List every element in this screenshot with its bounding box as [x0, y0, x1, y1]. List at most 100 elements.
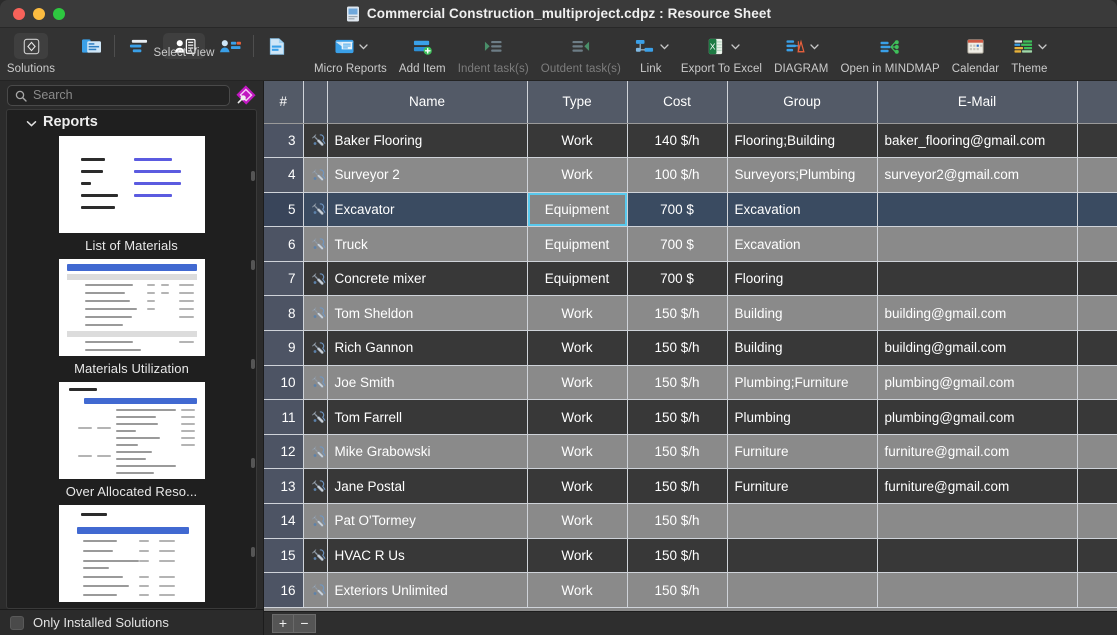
report-list-item[interactable]: List of Materials	[7, 134, 256, 257]
cost-cell[interactable]: 700 $	[627, 192, 728, 228]
name-cell[interactable]: Baker Flooring	[327, 123, 528, 159]
resource-table-scroll[interactable]: # Name Type Cost Group E-Mail 3 Baker Flo…	[264, 81, 1117, 611]
solutions-button[interactable]: Solutions	[0, 30, 62, 75]
type-cell[interactable]: Work	[527, 572, 628, 608]
group-cell[interactable]: Building	[727, 330, 878, 366]
group-cell[interactable]: Flooring;Building	[727, 123, 878, 159]
link-button[interactable]: Link	[627, 30, 675, 75]
chevron-down-icon[interactable]	[26, 117, 37, 128]
extra-cell[interactable]	[1077, 468, 1117, 505]
email-cell[interactable]: plumbing@gmail.com	[877, 365, 1078, 401]
column-header-type[interactable]: Type	[527, 81, 628, 124]
outdent-tasks-button[interactable]: Outdent task(s)	[535, 30, 627, 75]
name-cell[interactable]: Exteriors Unlimited	[327, 572, 528, 608]
email-cell[interactable]: furniture@gmail.com	[877, 434, 1078, 470]
group-cell[interactable]: Building	[727, 295, 878, 332]
close-window-button[interactable]	[13, 7, 25, 20]
email-cell[interactable]: surveyor2@gmail.com	[877, 157, 1078, 193]
group-cell[interactable]	[727, 572, 878, 608]
row-number-cell[interactable]: 8	[264, 295, 304, 332]
diagram-button[interactable]: DIAGRAM	[768, 30, 834, 75]
cost-cell[interactable]: 100 $/h	[627, 157, 728, 193]
extra-cell[interactable]	[1077, 365, 1117, 401]
cost-cell[interactable]: 150 $/h	[627, 503, 728, 539]
view-report-button[interactable]	[258, 30, 296, 63]
row-number-cell[interactable]: 4	[264, 157, 304, 193]
group-cell[interactable]: Plumbing	[727, 399, 878, 435]
calendar-button[interactable]: Calendar	[946, 30, 1005, 75]
chevron-down-icon[interactable]	[810, 42, 819, 51]
chevron-down-icon[interactable]	[730, 42, 740, 51]
group-cell[interactable]: Excavation	[727, 192, 878, 228]
column-header-cost[interactable]: Cost	[627, 81, 728, 124]
email-cell[interactable]	[877, 192, 1078, 228]
extra-cell[interactable]	[1077, 157, 1117, 193]
email-cell[interactable]: building@gmail.com	[877, 295, 1078, 332]
column-header-name[interactable]: Name	[327, 81, 528, 124]
row-number-cell[interactable]: 12	[264, 434, 304, 470]
table-row[interactable]: 16 Exteriors Unlimited Work 150 $/h	[264, 572, 1117, 608]
table-row[interactable]: 9 Rich Gannon Work 150 $/h Building building@…	[264, 330, 1117, 366]
table-row[interactable]: 15 HVAC R Us Work 150 $/h	[264, 538, 1117, 574]
column-header-extra[interactable]	[1077, 81, 1117, 124]
extra-cell[interactable]	[1077, 434, 1117, 470]
row-number-cell[interactable]: 9	[264, 330, 304, 366]
name-cell[interactable]: Truck	[327, 226, 528, 262]
cost-cell[interactable]: 150 $/h	[627, 468, 728, 505]
table-row[interactable]: 13 Jane Postal Work 150 $/h Furniture furnitu…	[264, 468, 1117, 505]
column-header-number[interactable]: #	[264, 81, 304, 124]
table-row[interactable]: 14 Pat O'Tormey Work 150 $/h	[264, 503, 1117, 539]
open-in-mindmap-button[interactable]: Open in MINDMAP	[834, 30, 945, 75]
theme-button[interactable]: Theme	[1005, 30, 1053, 75]
row-number-cell[interactable]: 13	[264, 468, 304, 505]
row-type-icon-cell[interactable]	[303, 192, 328, 228]
table-row[interactable]: 6 Truck Equipment 700 $ Excavation	[264, 226, 1117, 262]
row-type-icon-cell[interactable]	[303, 261, 328, 297]
table-row[interactable]: 8 Tom Sheldon Work 150 $/h Building building@…	[264, 295, 1117, 332]
reports-group-header[interactable]: Reports	[7, 110, 256, 134]
name-cell[interactable]: Joe Smith	[327, 365, 528, 401]
type-cell[interactable]: Work	[527, 399, 628, 435]
chevron-down-icon[interactable]	[359, 42, 369, 51]
extra-cell[interactable]	[1077, 503, 1117, 539]
name-cell[interactable]: Concrete mixer	[327, 261, 528, 297]
type-cell[interactable]: Equipment	[527, 192, 628, 228]
type-cell[interactable]: Work	[527, 123, 628, 159]
extra-cell[interactable]	[1077, 123, 1117, 159]
email-cell[interactable]: furniture@gmail.com	[877, 468, 1078, 505]
name-cell[interactable]: Tom Sheldon	[327, 295, 528, 332]
table-row[interactable]: 10 Joe Smith Work 150 $/h Plumbing;Furniture…	[264, 365, 1117, 401]
extra-cell[interactable]	[1077, 295, 1117, 332]
type-cell[interactable]: Work	[527, 330, 628, 366]
type-cell[interactable]: Work	[527, 468, 628, 505]
email-cell[interactable]	[877, 503, 1078, 539]
table-row[interactable]: 4 Surveyor 2 Work 100 $/h Surveyors;Plumbing…	[264, 157, 1117, 193]
name-cell[interactable]: Mike Grabowski	[327, 434, 528, 470]
chevron-down-icon[interactable]	[1038, 42, 1048, 51]
table-row[interactable]: 7 Concrete mixer Equipment 700 $ Flooring	[264, 261, 1117, 297]
type-cell[interactable]: Work	[527, 365, 628, 401]
view-resource-usage-button[interactable]	[211, 30, 249, 63]
email-cell[interactable]	[877, 261, 1078, 297]
row-type-icon-cell[interactable]	[303, 538, 328, 574]
add-item-button[interactable]: Add Item	[393, 30, 452, 75]
row-number-cell[interactable]: 16	[264, 572, 304, 608]
extra-cell[interactable]	[1077, 538, 1117, 574]
email-cell[interactable]	[877, 572, 1078, 608]
gem-tag-icon[interactable]	[233, 83, 259, 107]
name-cell[interactable]: HVAC R Us	[327, 538, 528, 574]
extra-cell[interactable]	[1077, 226, 1117, 262]
search-field[interactable]	[7, 84, 230, 106]
row-type-icon-cell[interactable]	[303, 295, 328, 332]
table-row[interactable]: 3 Baker Flooring Work 140 $/h Flooring;Build…	[264, 123, 1117, 159]
type-cell[interactable]: Work	[527, 434, 628, 470]
group-cell[interactable]	[727, 538, 878, 574]
cost-cell[interactable]: 150 $/h	[627, 434, 728, 470]
window-controls[interactable]	[0, 7, 65, 20]
column-header-email[interactable]: E-Mail	[877, 81, 1078, 124]
email-cell[interactable]	[877, 538, 1078, 574]
extra-cell[interactable]	[1077, 572, 1117, 608]
export-to-excel-button[interactable]: X Export To Excel	[675, 30, 768, 75]
name-cell[interactable]: Excavator	[327, 192, 528, 228]
cost-cell[interactable]: 150 $/h	[627, 538, 728, 574]
